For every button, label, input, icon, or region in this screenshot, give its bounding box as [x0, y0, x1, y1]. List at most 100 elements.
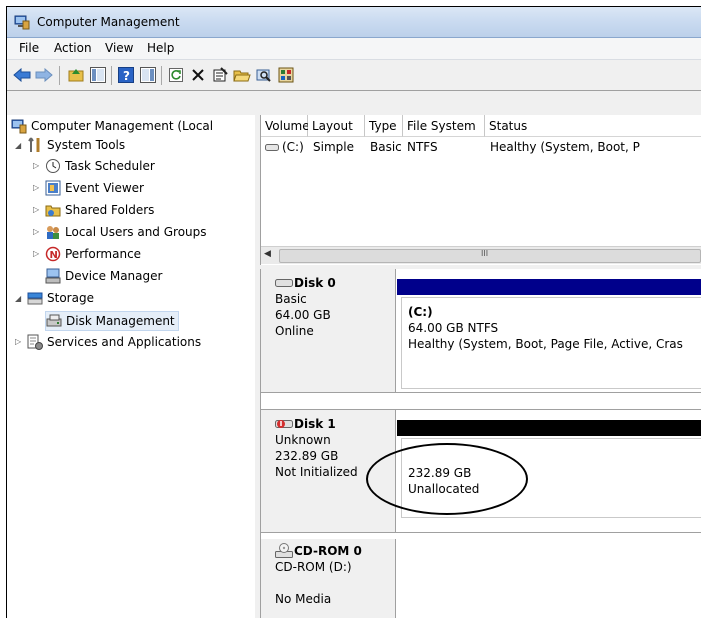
cell-volume: (C:): [282, 140, 304, 154]
collapsed-arrow-icon[interactable]: ▷: [33, 205, 39, 214]
window-title: Computer Management: [37, 15, 180, 29]
help-icon[interactable]: ?: [117, 66, 135, 84]
tree-item-label: Local Users and Groups: [65, 225, 207, 239]
svg-text:?: ?: [123, 69, 130, 83]
event-viewer-icon: [45, 180, 61, 196]
toolbar-separator: [111, 66, 112, 85]
tree-item-label: Disk Management: [66, 314, 175, 328]
expanded-arrow-icon[interactable]: ◢: [15, 294, 21, 303]
annotation-oval: [366, 443, 528, 515]
show-hide-action-pane-icon[interactable]: [139, 66, 157, 84]
tree-item-event-viewer[interactable]: Event Viewer: [45, 179, 144, 197]
search-disk-icon[interactable]: [255, 66, 273, 84]
column-header-file-system[interactable]: File System: [403, 115, 485, 137]
cdrom-0-area[interactable]: [397, 539, 701, 618]
column-header-type[interactable]: Type: [365, 115, 403, 137]
tree-item-performance[interactable]: N Performance: [45, 245, 141, 263]
partition-status: Healthy (System, Boot, Page File, Active…: [408, 337, 683, 351]
disk-icon: [275, 279, 293, 287]
collapsed-arrow-icon[interactable]: ▷: [33, 183, 39, 192]
cell-status: Healthy (System, Boot, P: [490, 140, 640, 154]
delete-icon[interactable]: [189, 66, 207, 84]
tree-root-label: Computer Management (Local: [31, 119, 214, 133]
tree-item-device-manager[interactable]: Device Manager: [45, 267, 162, 285]
back-icon[interactable]: [13, 66, 31, 84]
tree-item-shared-folders[interactable]: Shared Folders: [45, 201, 154, 219]
toolbar-separator: [161, 66, 162, 85]
cell-layout: Simple: [313, 140, 354, 154]
column-header-status[interactable]: Status: [485, 115, 701, 137]
disk-type: Unknown: [275, 433, 331, 447]
storage-icon: [27, 292, 43, 305]
show-hide-tree-icon[interactable]: [89, 66, 107, 84]
tree-item-label: Event Viewer: [65, 181, 144, 195]
tree-item-label: Services and Applications: [47, 335, 202, 349]
menu-view[interactable]: View: [105, 41, 133, 55]
partition-bar: [397, 279, 701, 295]
expanded-arrow-icon[interactable]: ◢: [15, 141, 21, 150]
window: Computer Management File Action View Hel…: [6, 6, 701, 618]
menu-file[interactable]: File: [19, 41, 39, 55]
tree-item-task-scheduler[interactable]: Task Scheduler: [45, 157, 155, 175]
tree-item-disk-management[interactable]: Disk Management: [45, 311, 179, 331]
disk-state: No Media: [275, 592, 332, 606]
clock-icon: [46, 159, 60, 173]
disk-management-icon: [46, 314, 62, 327]
toolbar: ?: [7, 60, 701, 91]
tree-item-system-tools[interactable]: System Tools: [27, 136, 125, 154]
console-tree: Computer Management (Local ◢ System Tool…: [7, 115, 255, 618]
volume-list: Volume Layout Type File System Status (C…: [260, 115, 701, 266]
scroll-left-icon[interactable]: ◀: [264, 249, 271, 259]
disk-0-label[interactable]: Disk 0 Basic 64.00 GB Online: [261, 269, 396, 392]
tree-item-label: System Tools: [47, 138, 126, 152]
disk-size: 64.00 GB: [275, 308, 331, 322]
cell-type: Basic: [370, 140, 402, 154]
computer-management-icon: [11, 119, 27, 134]
performance-icon: N: [45, 246, 61, 262]
settings-icon[interactable]: [277, 66, 295, 84]
scrollbar-thumb[interactable]: [279, 249, 701, 263]
disk-name: CD-ROM 0: [294, 544, 362, 558]
horizontal-scrollbar[interactable]: ◀ III: [261, 246, 701, 264]
properties-icon[interactable]: [211, 66, 229, 84]
column-header-layout[interactable]: Layout: [308, 115, 365, 137]
disk-name: Disk 1: [294, 417, 336, 431]
collapsed-arrow-icon[interactable]: ▷: [33, 249, 39, 258]
refresh-icon[interactable]: [167, 66, 185, 84]
pane-header-strip: [7, 91, 701, 115]
collapsed-arrow-icon[interactable]: ▷: [15, 337, 21, 346]
computer-management-icon: [14, 15, 30, 30]
tree-item-services-applications[interactable]: Services and Applications: [27, 333, 201, 351]
cdrom-0-label[interactable]: CD-ROM 0 CD-ROM (D:) No Media: [261, 539, 396, 618]
uninitialized-disk-icon: [275, 420, 293, 428]
tree-item-label: Performance: [65, 247, 142, 261]
users-icon: [47, 226, 59, 239]
menu-help[interactable]: Help: [147, 41, 174, 55]
disk-type: CD-ROM (D:): [275, 560, 352, 574]
partition-title: (C:): [408, 305, 433, 319]
partition-size: 64.00 GB NTFS: [408, 321, 499, 335]
svg-text:N: N: [50, 250, 58, 261]
disk-type: Basic: [275, 292, 307, 306]
toolbar-separator: [59, 66, 60, 85]
forward-icon[interactable]: [35, 66, 53, 84]
up-folder-icon[interactable]: [67, 66, 85, 84]
open-folder-icon[interactable]: [233, 66, 251, 84]
tree-item-local-users[interactable]: Local Users and Groups: [45, 223, 207, 241]
collapsed-arrow-icon[interactable]: ▷: [33, 161, 39, 170]
disk-view: Disk 0 Basic 64.00 GB Online (C:) 64.00 …: [260, 269, 701, 618]
collapsed-arrow-icon[interactable]: ▷: [33, 227, 39, 236]
column-header-volume[interactable]: Volume: [261, 115, 310, 137]
cdrom-icon: [275, 543, 293, 558]
tree-item-label: Shared Folders: [65, 203, 155, 217]
partition-box[interactable]: (C:) 64.00 GB NTFS Healthy (System, Boot…: [401, 297, 701, 389]
title-bar[interactable]: Computer Management: [7, 7, 701, 38]
tree-root[interactable]: Computer Management (Local: [11, 117, 213, 135]
partition-bar: [397, 420, 701, 436]
menu-action[interactable]: Action: [54, 41, 92, 55]
disk-separator: [261, 392, 701, 410]
disk-0-partition[interactable]: (C:) 64.00 GB NTFS Healthy (System, Boot…: [397, 269, 701, 392]
drive-icon: [265, 144, 279, 151]
device-manager-icon: [45, 268, 61, 284]
tree-item-storage[interactable]: Storage: [27, 289, 94, 307]
